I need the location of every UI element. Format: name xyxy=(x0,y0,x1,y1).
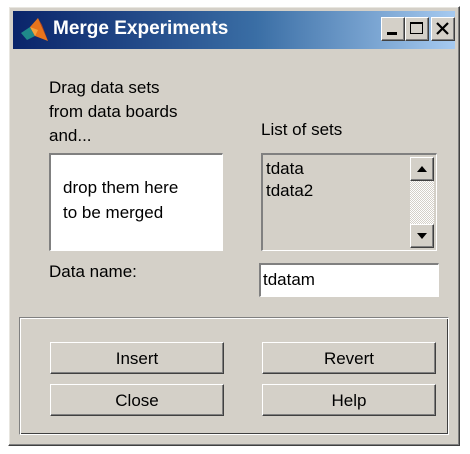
matlab-logo-icon xyxy=(19,16,49,44)
maximize-icon xyxy=(410,22,423,34)
arrow-down-icon xyxy=(417,233,427,239)
button-panel: Insert Revert Close Help xyxy=(19,317,449,435)
list-item[interactable]: tdata xyxy=(266,158,304,180)
data-name-input[interactable]: tdatam xyxy=(259,263,439,297)
data-name-label: Data name: xyxy=(49,262,137,281)
instruction-line-3: and... xyxy=(49,126,92,145)
merge-drop-zone[interactable]: drop them here to be merged xyxy=(49,153,223,251)
drop-zone-text-1: drop them here xyxy=(63,178,179,197)
list-of-sets-label: List of sets xyxy=(261,120,343,139)
insert-button[interactable]: Insert xyxy=(50,342,224,374)
merge-experiments-window: Merge Experiments Drag data sets from da… xyxy=(8,6,460,446)
close-icon xyxy=(436,22,449,35)
sets-listbox[interactable]: tdata tdata2 xyxy=(261,153,437,251)
instruction-line-2: from data boards xyxy=(49,102,178,121)
instruction-line-1: Drag data sets xyxy=(49,78,160,97)
list-item[interactable]: tdata2 xyxy=(266,180,313,202)
arrow-up-icon xyxy=(417,166,427,172)
maximize-button[interactable] xyxy=(405,17,429,41)
minimize-button[interactable] xyxy=(381,17,405,41)
drop-zone-text-2: to be merged xyxy=(63,203,164,222)
minimize-icon xyxy=(387,32,397,35)
scroll-down-button[interactable] xyxy=(410,224,434,248)
close-dialog-button[interactable]: Close xyxy=(50,384,224,416)
title-bar[interactable]: Merge Experiments xyxy=(13,11,455,49)
listbox-scrollbar[interactable] xyxy=(410,157,434,248)
scroll-up-button[interactable] xyxy=(410,157,434,181)
window-title: Merge Experiments xyxy=(53,18,229,39)
data-name-value: tdatam xyxy=(263,270,315,289)
close-button[interactable] xyxy=(431,17,455,41)
revert-button[interactable]: Revert xyxy=(262,342,436,374)
help-button[interactable]: Help xyxy=(262,384,436,416)
